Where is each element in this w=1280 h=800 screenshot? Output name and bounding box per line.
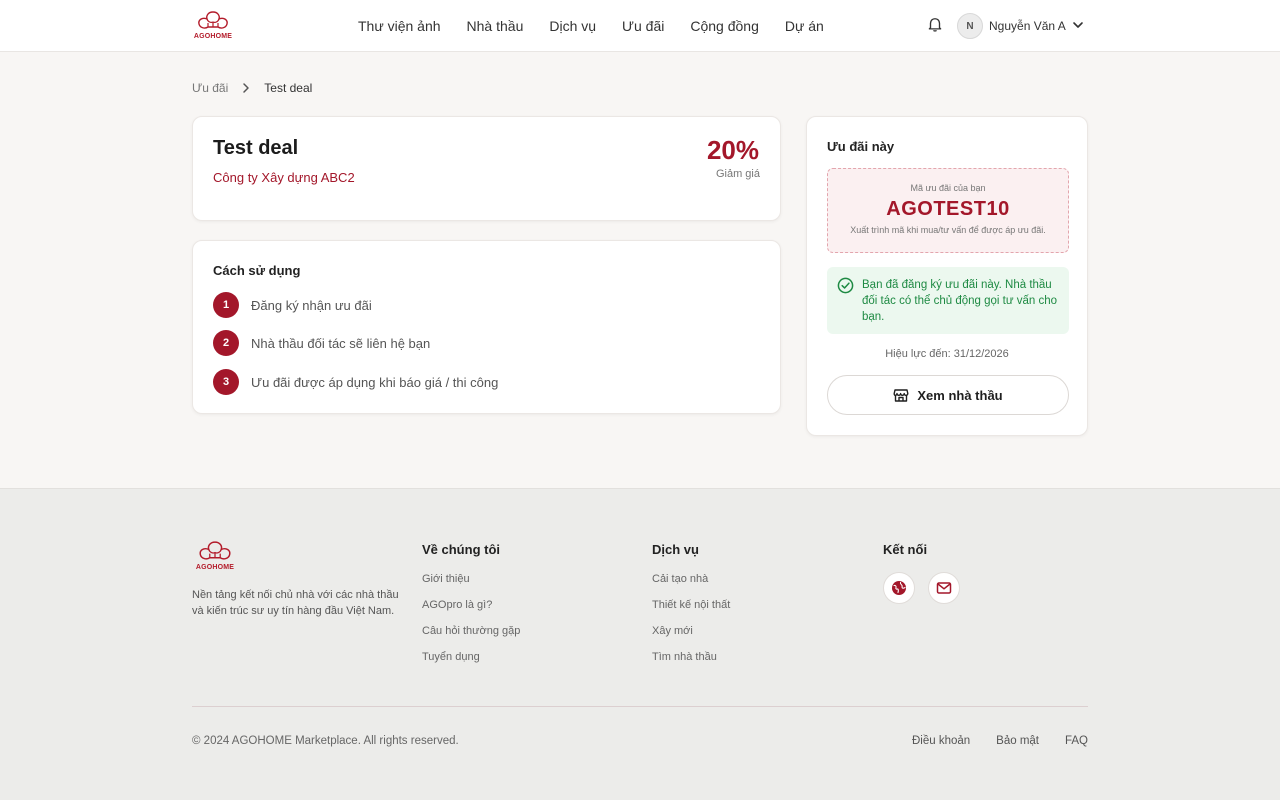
step-text: Đăng ký nhận ưu đãi [251,297,372,313]
nav-item-contractors[interactable]: Nhà thầu [467,18,524,34]
footer-services-title: Dịch vụ [652,542,699,557]
registered-notice: Bạn đã đăng ký ưu đãi này. Nhà thầu đối … [827,267,1069,334]
store-icon [893,389,909,402]
sidebar-title: Ưu đãi này [827,139,895,154]
footer-link-faq-bottom[interactable]: FAQ [1065,735,1088,747]
copyright-text: © 2024 AGOHOME Marketplace. All rights r… [192,735,459,747]
logo-mark-icon [199,541,231,560]
mail-icon [936,582,952,594]
footer-logo[interactable]: AGOHOME [192,540,238,574]
main-nav: Thư viện ảnh Nhà thầu Dịch vụ Ưu đãi Cộn… [358,0,824,52]
usage-step: 3 Ưu đãi được áp dụng khi báo giá / thi … [213,369,498,395]
discount-label: Giảm giá [715,168,760,180]
footer-link-faq[interactable]: Câu hỏi thường gặp [422,625,520,639]
footer-bottom-links: Điều khoản Bảo mật FAQ [912,735,1088,747]
usage-title: Cách sử dụng [213,263,301,278]
usage-step: 1 Đăng ký nhận ưu đãi [213,292,372,318]
footer-divider [192,706,1088,707]
agohome-logo[interactable]: AGOHOME [192,10,234,42]
nav-item-gallery[interactable]: Thư viện ảnh [358,18,441,34]
footer-link-agopro[interactable]: AGOpro là gì? [422,599,520,613]
step-number: 1 [213,292,239,318]
footer-logo-text: AGOHOME [195,564,235,571]
bell-icon[interactable] [926,15,944,33]
footer-link-about[interactable]: Giới thiệu [422,573,520,587]
footer-link-terms[interactable]: Điều khoản [912,735,970,747]
discount-percent: 20% [706,135,759,165]
avatar[interactable]: N [957,13,983,39]
footer-link-new-build[interactable]: Xây mới [652,625,730,639]
coupon-code[interactable]: AGOTEST10 [828,198,1068,221]
footer-about-column: Về chúng tôi Giới thiệu AGOpro là gì? Câ… [422,542,520,677]
coupon-code-box: Mã ưu đãi của bạn AGOTEST10 Xuất trình m… [827,168,1069,253]
footer-description: Nền tảng kết nối chủ nhà với các nhà thầ… [192,589,399,617]
footer-link-renovation[interactable]: Cải tạo nhà [652,573,730,587]
footer-link-find-contractor[interactable]: Tìm nhà thầu [652,651,730,665]
footer-about-title: Về chúng tôi [422,542,500,557]
logo-mark-icon [198,11,228,29]
nav-item-services[interactable]: Dịch vụ [549,18,596,34]
globe-button[interactable] [883,572,915,604]
notice-text: Bạn đã đăng ký ưu đãi này. Nhà thầu đối … [862,279,1058,323]
logo-text: AGOHOME [193,33,233,40]
usage-card: Cách sử dụng 1 Đăng ký nhận ưu đãi 2 Nhà… [192,240,781,414]
breadcrumb: Ưu đãi Test deal [192,81,312,95]
view-contractor-label: Xem nhà thầu [917,387,1003,403]
user-name[interactable]: Nguyễn Văn A [989,19,1066,33]
breadcrumb-current: Test deal [264,81,313,95]
deal-sidebar-card: Ưu đãi này Mã ưu đãi của bạn AGOTEST10 X… [806,116,1088,436]
footer-link-careers[interactable]: Tuyển dụng [422,651,520,665]
globe-icon [892,581,906,595]
validity-date: Hiệu lực đến: 31/12/2026 [885,348,1009,360]
footer-connect-title: Kết nối [883,542,928,557]
chevron-down-icon[interactable] [1072,19,1084,31]
nav-item-projects[interactable]: Dự án [785,18,824,34]
deal-summary-card: Test deal Công ty Xây dựng ABC2 20% Giảm… [192,116,781,221]
footer-link-interior-design[interactable]: Thiết kế nội thất [652,599,730,613]
top-header: AGOHOME Thư viện ảnh Nhà thầu Dịch vụ Ưu… [0,0,1280,52]
footer-link-privacy[interactable]: Bảo mật [996,735,1039,747]
chevron-right-icon [243,83,250,93]
step-text: Nhà thầu đối tác sẽ liên hệ bạn [251,335,431,351]
breadcrumb-parent-link[interactable]: Ưu đãi [192,81,228,95]
nav-item-deals[interactable]: Ưu đãi [622,18,664,34]
check-circle-icon [837,277,854,294]
step-text: Ưu đãi được áp dụng khi báo giá / thi cô… [251,374,499,390]
step-number: 2 [213,330,239,356]
deal-company-link[interactable]: Công ty Xây dựng ABC2 [213,170,355,185]
mail-button[interactable] [928,572,960,604]
usage-step: 2 Nhà thầu đối tác sẽ liên hệ bạn [213,330,430,356]
view-contractor-button[interactable]: Xem nhà thầu [827,375,1069,415]
footer-connect-column: Kết nối [883,542,927,573]
footer-services-column: Dịch vụ Cải tạo nhà Thiết kế nội thất Xâ… [652,542,730,677]
footer: AGOHOME Nền tảng kết nối chủ nhà với các… [0,488,1280,800]
coupon-code-label: Mã ưu đãi của bạn [910,183,986,193]
step-number: 3 [213,369,239,395]
deal-title: Test deal [213,137,299,159]
coupon-code-hint: Xuất trình mã khi mua/tư vấn để được áp … [850,225,1046,235]
nav-item-community[interactable]: Cộng đồng [690,18,759,34]
